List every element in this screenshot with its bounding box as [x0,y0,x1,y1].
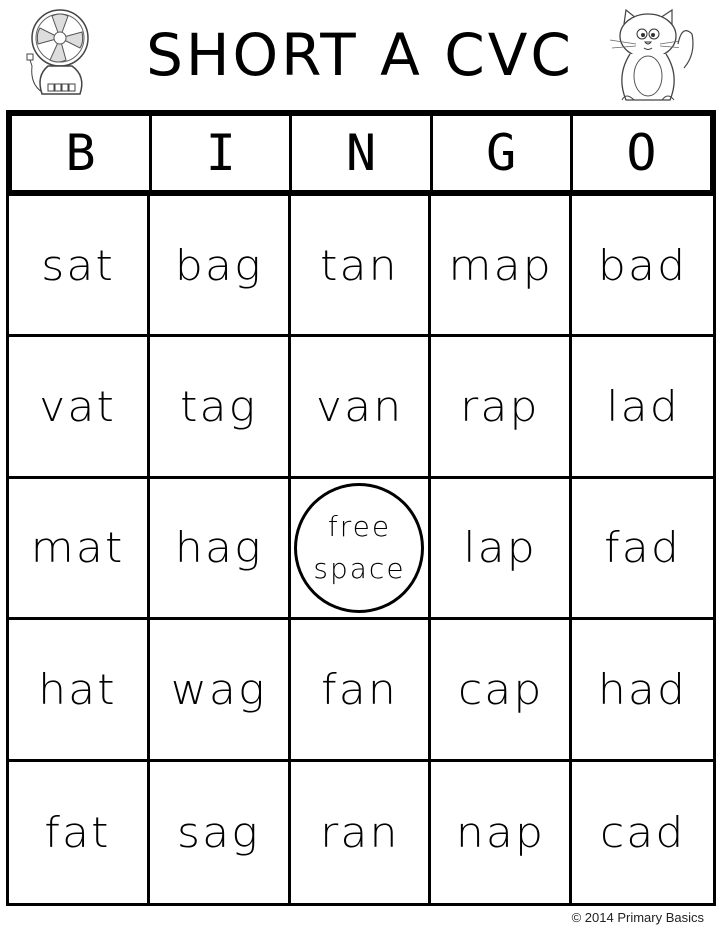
cell-word: cap [457,664,544,714]
copyright-footer: © 2014 Primary Basics [571,910,704,925]
fan-icon [26,9,89,95]
cell-word: tan [320,240,399,290]
cell-word: cad [599,807,686,857]
bingo-cell: nap [431,761,573,903]
cell-word: had [597,664,688,714]
bingo-cell: hat [9,620,150,762]
cell-word: rap [460,382,541,432]
free-space-circle: free space [294,482,425,613]
header-letter-n: N [292,116,433,190]
cell-word: ran [319,807,400,857]
bingo-header-row: B I N G O [6,110,716,196]
cell-word: fad [604,523,682,573]
bingo-cell: bag [149,196,291,338]
bingo-cell: ran [291,761,432,903]
bingo-cell: sat [9,196,150,338]
cell-word: hat [38,664,118,714]
free-space-line1: free [327,509,392,543]
cell-word: mat [31,523,125,573]
cell-word: wag [170,664,267,714]
cell-word: map [448,240,553,290]
bingo-cell: sag [150,761,291,903]
bingo-cell: hag [149,478,291,621]
cell-word: bad [597,240,688,290]
cell-word: tag [180,382,258,432]
bingo-cell: fad [572,479,713,621]
free-space-line2: space [313,551,406,585]
bingo-cell: map [431,196,573,338]
bingo-cell: rap [431,337,573,479]
bingo-cell: lad [572,337,713,479]
bingo-cell: tag [149,337,291,479]
bingo-cell: wag [149,620,291,762]
page-header: SHORT A CVC [0,0,720,108]
bingo-cell: fat [9,761,150,903]
bingo-cell: van [290,337,432,479]
bingo-cell: cap [431,620,573,762]
bingo-cell: bad [572,196,713,338]
cell-word: fan [321,664,398,714]
cell-word: lad [605,382,680,432]
bingo-cell: mat [9,478,150,621]
cell-word: van [315,382,404,432]
cat-icon [609,8,694,101]
bingo-board: B I N G O sat bag tan map bad vat tag va… [6,110,716,906]
bingo-cell: vat [9,337,150,479]
cell-word: sat [41,240,115,290]
header-letter-g: G [433,116,573,190]
header-letter-b: B [12,116,153,190]
cell-word: vat [39,382,117,432]
cell-word: nap [455,807,545,857]
free-space-cell: free space [290,478,432,621]
cell-word: fat [44,807,111,857]
bingo-cell: had [572,620,713,762]
cell-word: sag [177,807,261,857]
bingo-grid: sat bag tan map bad vat tag van rap lad … [6,196,716,906]
cell-word: lap [463,523,538,573]
bingo-cell: lap [431,478,573,621]
cell-word: hag [174,523,263,573]
cell-word: bag [174,240,263,290]
header-letter-o: O [626,124,657,182]
page-title: SHORT A CVC [146,21,574,89]
bingo-cell: tan [290,196,432,338]
bingo-cell: fan [290,620,432,762]
bingo-cell: cad [572,762,713,903]
header-letter-i: I [152,116,293,190]
